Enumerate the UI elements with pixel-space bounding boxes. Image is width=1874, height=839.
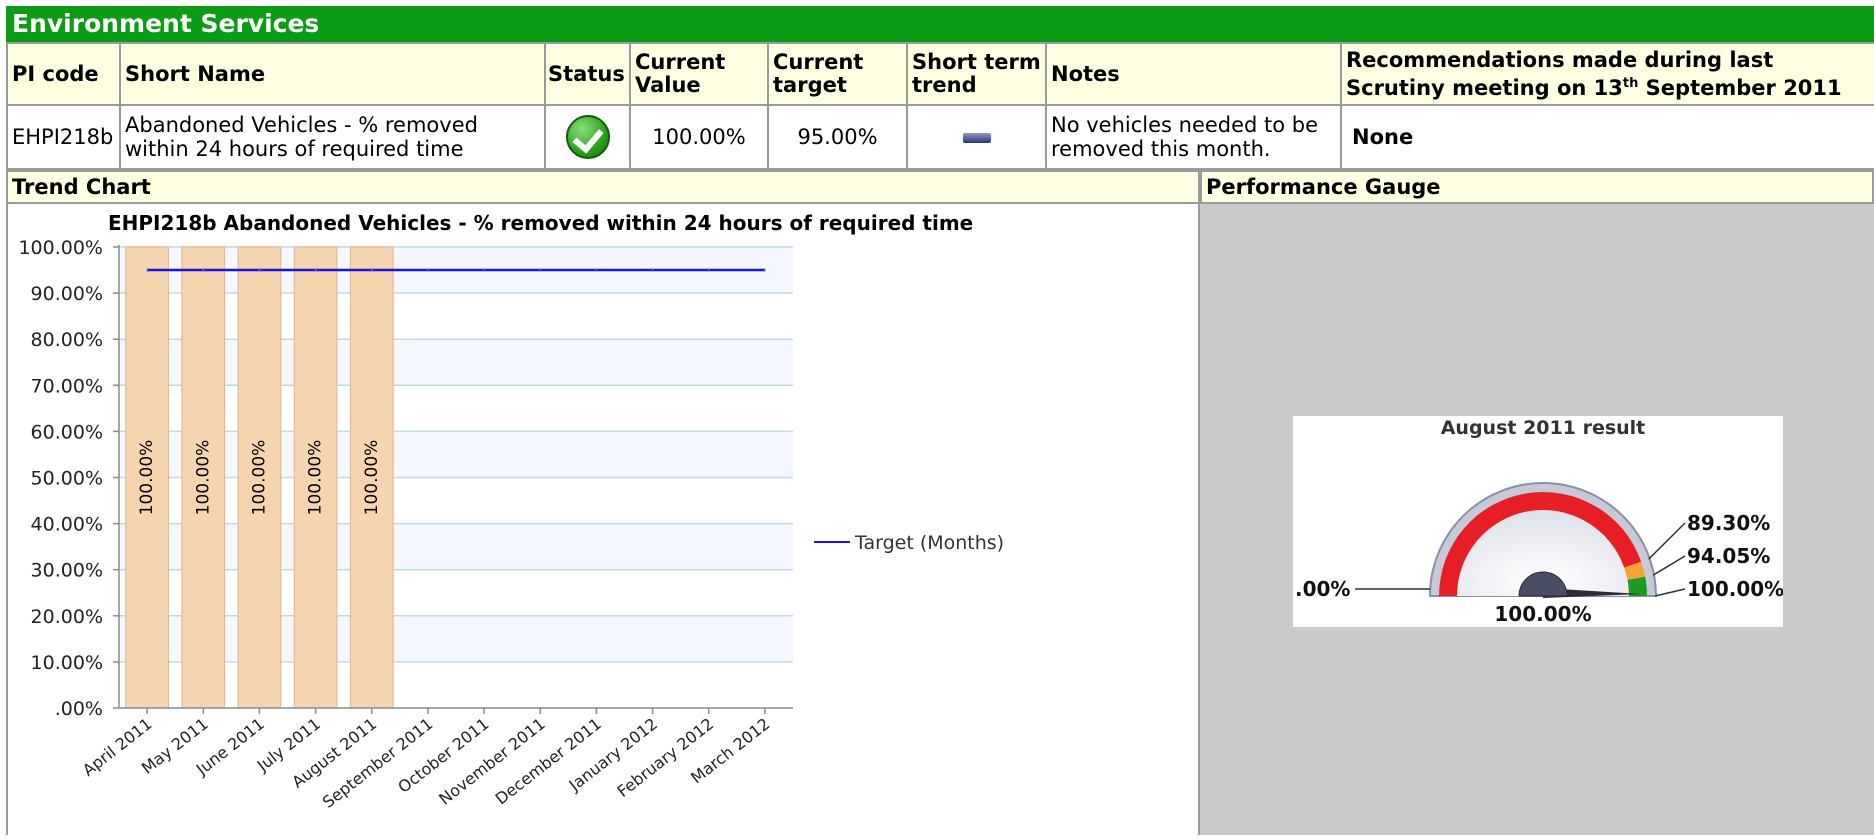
cell-current-target: 95.00%: [767, 104, 908, 170]
legend-target-label: Target (Months): [854, 532, 1004, 554]
y-tick-label: .00%: [55, 698, 103, 720]
cell-short-name: Abandoned Vehicles - % removed within 24…: [119, 104, 546, 170]
header-current-value: Current Value: [629, 42, 769, 106]
gauge-threshold-label: 94.05%: [1687, 544, 1770, 568]
cell-notes: No vehicles needed to be removed this mo…: [1045, 104, 1342, 170]
cell-pi-code: EHPI218b: [6, 104, 121, 170]
cell-current-value: 100.00%: [629, 104, 769, 170]
table-row: EHPI218b Abandoned Vehicles - % removed …: [6, 104, 1874, 170]
bar-data-label: 100.00%: [362, 440, 382, 516]
header-pi-code: PI code: [6, 42, 121, 106]
gauge-band-green: [1627, 576, 1647, 596]
gauge-threshold-leader: [1648, 522, 1686, 560]
performance-gauge-panel: August 2011 result 89.30% 94.05% 100.00% .0…: [1200, 204, 1874, 835]
header-status: Status: [544, 42, 631, 106]
gauge-threshold-leader: [1652, 555, 1686, 576]
header-current-target: Current target: [767, 42, 908, 106]
chart-title: EHPI218b Abandoned Vehicles - % removed …: [108, 211, 973, 235]
y-tick-label: 100.00%: [18, 237, 103, 259]
trend-chart-panel: EHPI218b Abandoned Vehicles - % removed …: [6, 204, 1200, 835]
y-tick-label: 30.00%: [31, 560, 103, 582]
y-tick-label: 70.00%: [31, 375, 103, 397]
trend-chart: EHPI218b Abandoned Vehicles - % removed …: [18, 211, 1004, 812]
header-recommendations-line2: Scrutiny meeting on 13: [1346, 75, 1623, 100]
performance-gauge: August 2011 result 89.30% 94.05% 100.00% .0…: [1295, 417, 1784, 626]
section-banner: Environment Services: [6, 6, 1874, 42]
gauge-min-label: .00%: [1295, 577, 1350, 601]
performance-gauge-header: Performance Gauge: [1200, 170, 1874, 204]
gauge-threshold-leader: [1654, 588, 1686, 597]
header-notes: Notes: [1045, 42, 1342, 106]
header-short-term-trend: Short term trend: [906, 42, 1047, 106]
y-tick-label: 90.00%: [31, 283, 103, 305]
performance-gauge-title: Performance Gauge: [1206, 175, 1441, 199]
y-tick-label: 50.00%: [31, 468, 103, 490]
bar-data-label: 100.00%: [193, 440, 213, 516]
header-recommendations-line2-end: September 2011: [1638, 75, 1842, 100]
y-tick-label: 20.00%: [31, 606, 103, 628]
y-tick-label: 40.00%: [31, 514, 103, 536]
gauge-title: August 2011 result: [1441, 417, 1646, 439]
bar-data-label: 100.00%: [249, 440, 269, 516]
gauge-threshold-label: 100.00%: [1687, 577, 1783, 601]
header-recommendations: Recommendations made during last Scrutin…: [1340, 42, 1874, 106]
banner-title: Environment Services: [12, 9, 320, 38]
bar-data-label: 100.00%: [306, 440, 326, 516]
trend-chart-title: Trend Chart: [12, 175, 151, 199]
cell-recommendations: None: [1340, 104, 1874, 170]
gauge-value-label: 100.00%: [1494, 602, 1591, 626]
y-tick-label: 10.00%: [31, 652, 103, 674]
green-check-icon: [565, 115, 610, 159]
bar-data-label: 100.00%: [137, 440, 157, 516]
no-change-bar-icon: [962, 133, 991, 143]
header-recommendations-line1: Recommendations made during last: [1346, 47, 1774, 72]
header-short-name: Short Name: [119, 42, 546, 106]
pi-table: PI code Short Name Status Current Value …: [6, 42, 1874, 170]
cell-short-term-trend: [906, 104, 1047, 170]
y-tick-label: 60.00%: [31, 421, 103, 443]
table-header-row: PI code Short Name Status Current Value …: [6, 42, 1874, 106]
y-tick-label: 80.00%: [31, 329, 103, 351]
trend-chart-header: Trend Chart: [6, 170, 1200, 204]
cell-status: [544, 104, 631, 170]
header-recommendations-sup: th: [1622, 75, 1639, 91]
gauge-card: August 2011 result 89.30% 94.05% 100.00% .0…: [1293, 416, 1784, 627]
x-tick-label: February 2012: [614, 714, 718, 801]
gauge-threshold-label: 89.30%: [1687, 511, 1770, 535]
